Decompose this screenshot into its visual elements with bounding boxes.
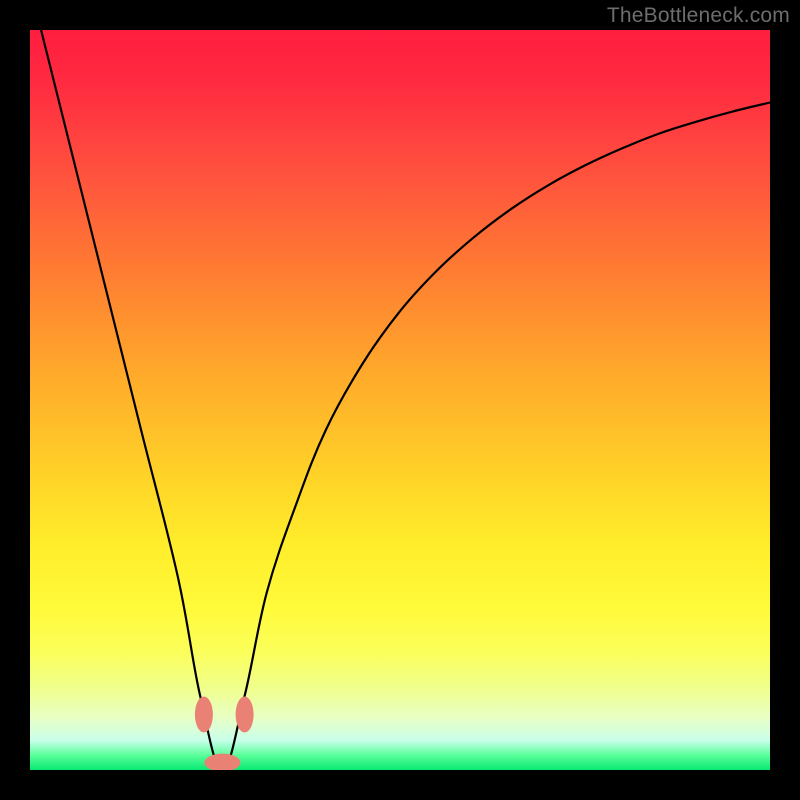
bottleneck-curve — [30, 30, 770, 770]
watermark-text: TheBottleneck.com — [607, 4, 790, 28]
blob-left — [195, 697, 213, 733]
blob-right — [236, 697, 254, 733]
blob-bottom — [204, 754, 240, 770]
plot-area — [30, 30, 770, 770]
curve-markers — [195, 697, 254, 771]
chart-frame: TheBottleneck.com — [0, 0, 800, 800]
plot-svg — [30, 30, 770, 770]
